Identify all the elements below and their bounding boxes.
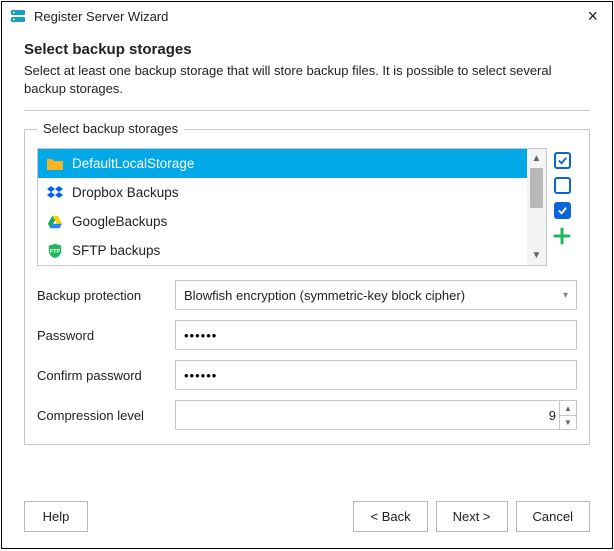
protection-label: Backup protection [37, 288, 175, 303]
help-button[interactable]: Help [24, 501, 88, 532]
storage-item-default[interactable]: DefaultLocalStorage [38, 149, 546, 178]
spin-down-icon[interactable]: ▼ [560, 416, 576, 430]
add-storage-button[interactable] [553, 227, 571, 249]
confirm-password-field-wrap [175, 360, 577, 390]
gdrive-icon [46, 213, 64, 231]
next-button[interactable]: Next > [436, 501, 508, 532]
svg-text:FTP: FTP [50, 249, 61, 255]
deselect-all-checkbox[interactable] [554, 177, 571, 194]
storage-item-label: Dropbox Backups [72, 185, 179, 200]
compression-field[interactable]: 9 ▲ ▼ [175, 400, 577, 430]
storage-list[interactable]: DefaultLocalStorage Dropbox Backups [37, 148, 547, 266]
storage-item-label: DefaultLocalStorage [72, 156, 194, 171]
scroll-track[interactable] [527, 168, 546, 246]
chevron-down-icon: ▾ [563, 290, 568, 301]
shield-icon: FTP [46, 242, 64, 260]
page-description: Select at least one backup storage that … [24, 62, 590, 98]
cancel-button[interactable]: Cancel [516, 501, 590, 532]
protection-select[interactable]: Blowfish encryption (symmetric-key block… [175, 280, 577, 310]
storage-item-label: SFTP backups [72, 243, 160, 258]
folder-icon [46, 155, 64, 173]
spin-up-icon[interactable]: ▲ [560, 401, 576, 416]
scroll-thumb[interactable] [530, 168, 543, 208]
wizard-window: Register Server Wizard × Select backup s… [1, 1, 613, 549]
storage-groupbox: Select backup storages DefaultLocalStora… [24, 129, 590, 445]
storage-item-google[interactable]: GoogleBackups [38, 207, 546, 236]
groupbox-title: Select backup storages [37, 121, 184, 136]
password-field-wrap [175, 320, 577, 350]
confirm-password-label: Confirm password [37, 368, 175, 383]
scroll-down-icon[interactable]: ▼ [527, 246, 546, 265]
divider [24, 110, 590, 111]
storage-item-sftp[interactable]: FTP SFTP backups [38, 236, 546, 265]
page-heading: Select backup storages [24, 41, 590, 58]
footer: Help < Back Next > Cancel [2, 489, 612, 548]
select-all-checkbox[interactable] [554, 152, 571, 169]
password-input[interactable] [184, 328, 568, 343]
dropbox-icon [46, 184, 64, 202]
content-area: Select backup storages Select at least o… [2, 29, 612, 489]
protection-value: Blowfish encryption (symmetric-key block… [184, 288, 465, 303]
confirm-password-input[interactable] [184, 368, 568, 383]
compression-value: 9 [549, 408, 556, 423]
compression-label: Compression level [37, 408, 175, 423]
compression-spinner: ▲ ▼ [559, 401, 576, 429]
invert-selection-checkbox[interactable] [554, 202, 571, 219]
storage-item-label: GoogleBackups [72, 214, 167, 229]
scroll-up-icon[interactable]: ▲ [527, 149, 546, 168]
back-button[interactable]: < Back [353, 501, 427, 532]
close-icon[interactable]: × [583, 9, 602, 23]
titlebar: Register Server Wizard × [2, 2, 612, 29]
password-label: Password [37, 328, 175, 343]
scrollbar[interactable]: ▲ ▼ [527, 149, 546, 265]
window-title: Register Server Wizard [34, 9, 583, 24]
app-icon [10, 8, 26, 24]
storage-item-dropbox[interactable]: Dropbox Backups [38, 178, 546, 207]
side-controls [547, 148, 577, 266]
